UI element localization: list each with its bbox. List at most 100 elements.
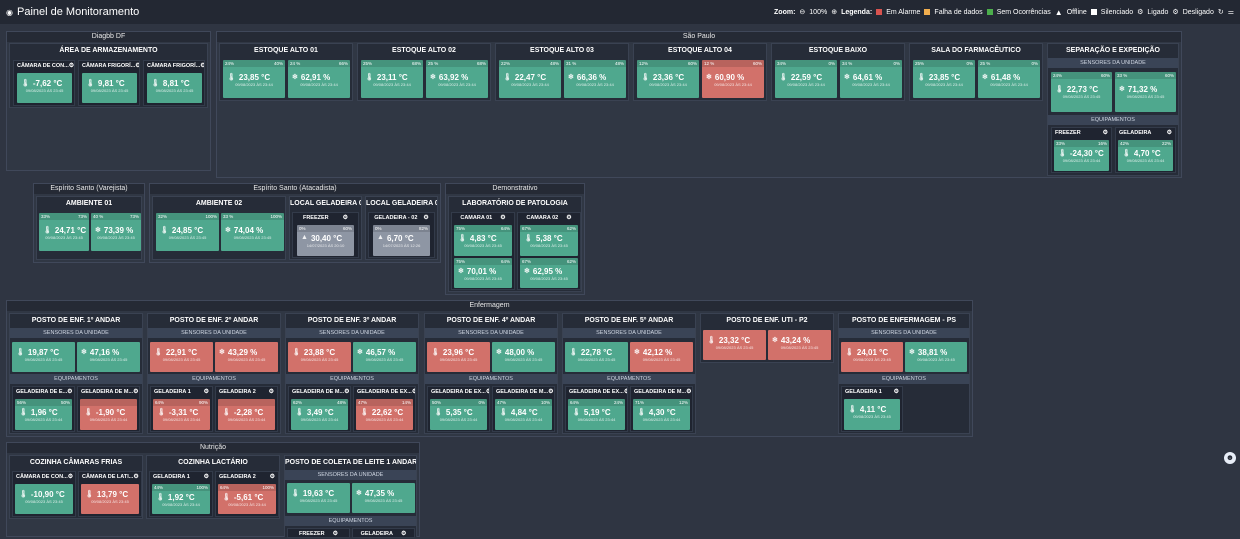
gear-icon[interactable]: ⚙ xyxy=(204,387,209,397)
sensor-card[interactable]: 🌡 -1,90 °C 09/08/2023 ÀS 23:44 xyxy=(80,399,137,430)
settings-icon[interactable]: ⚌ xyxy=(1228,8,1234,16)
container-camara-02[interactable]: CAMARA 02 ⚙ 67% 62% 🌡 5,38 °C 09/08/2023 ÀS 2… xyxy=(517,212,581,290)
temp-card[interactable]: 24% 40% 🌡 23,85 °C 09/08/2023 ÀS 23:44 xyxy=(223,60,285,98)
container-geladeira[interactable]: GELADEIRA - 02 ⚙ 0% 82% ▲ 6,70 °C 14/07/2023 … xyxy=(368,212,435,258)
humidity-card[interactable]: 25 % 68% ❄ 63,92 % 09/08/2023 ÀS 23:44 xyxy=(426,60,488,98)
gear-icon[interactable]: ⚙ xyxy=(67,387,72,397)
humidity-card[interactable]: ❄ 42,12 % 09/08/2023 ÀS 23:45 xyxy=(630,342,693,372)
gear-icon[interactable]: ⚙ xyxy=(133,387,138,397)
gear-icon[interactable]: ⚙ xyxy=(200,61,204,71)
gear-icon[interactable]: ⚙ xyxy=(401,529,406,539)
humidity-card[interactable]: ❄ 48,00 % 09/08/2023 ÀS 23:45 xyxy=(492,342,555,372)
temp-card[interactable]: 25% 68% 🌡 23,11 °C 09/08/2023 ÀS 23:44 xyxy=(361,60,423,98)
gear-icon[interactable]: ⚙ xyxy=(68,472,73,482)
container-equip-2[interactable]: GELADEIRA DE M... ⚙ 🌡 -1,90 °C 09/08/2023 À… xyxy=(77,386,140,432)
sensor-card[interactable]: 71% 12% 🌡 4,30 °C 09/08/2023 ÀS 23:44 xyxy=(633,399,690,430)
gear-icon[interactable]: ⚙ xyxy=(333,529,338,539)
container-equip-2[interactable]: GELADEIRA DE M... ⚙ 71% 12% 🌡 4,30 °C 09/08/2… xyxy=(630,386,693,432)
gear-icon[interactable]: ⚙ xyxy=(423,213,428,223)
gear-icon[interactable]: ⚙ xyxy=(566,213,571,223)
container-camara-01[interactable]: CAMARA 01 ⚙ 75% 64% 🌡 4,83 °C 09/08/2023 ÀS 2… xyxy=(451,212,515,290)
gear-icon[interactable]: ⚙ xyxy=(412,387,415,397)
temp-card[interactable]: 22% 48% 🌡 22,47 °C 09/08/2023 ÀS 23:44 xyxy=(499,60,561,98)
chat-icon[interactable]: ☻ xyxy=(1224,452,1236,464)
container-camara-lati[interactable]: CÂMARA DE LATI... ⚙ 🌡 13,79 °C 09/08/2023 À… xyxy=(78,471,142,517)
humidity-card[interactable]: ❄ 46,57 % 09/08/2023 ÀS 23:45 xyxy=(353,342,416,372)
gear-icon[interactable]: ⚙ xyxy=(1103,128,1108,138)
humidity-card[interactable]: ❄ 38,81 % 09/08/2023 ÀS 23:45 xyxy=(905,342,967,372)
sensor-card[interactable]: 🌡 4,11 °C 09/08/2023 ÀS 23:45 xyxy=(844,399,900,430)
gear-icon[interactable]: ⚙ xyxy=(624,387,627,397)
sensor-card[interactable]: 42% 22% 🌡 4,70 °C 09/08/2023 ÀS 23:44 xyxy=(1118,140,1173,171)
container-freezer[interactable]: FREEZER ⚙ 33% 16% 🌡 -24,30 °C 09/08/2023 ÀS 2… xyxy=(1051,127,1112,173)
gear-icon[interactable]: ⚙ xyxy=(69,61,74,71)
container-camara-con[interactable]: CÂMARA DE CON... ⚙ 🌡 -10,90 °C 09/08/2023 À… xyxy=(12,471,76,517)
sensor-card[interactable]: 🌡 9,81 °C 09/08/2023 ÀS 23:45 xyxy=(82,73,137,103)
humidity-card[interactable]: 12 % 60% ❄ 60,90 % 09/08/2023 ÀS 23:44 xyxy=(702,60,764,98)
container-equip-1[interactable]: GELADEIRA 1 ⚙ 64% 90% 🌡 -3,31 °C 09/08/2023 À… xyxy=(150,386,213,432)
humidity-card[interactable]: 33 % 100% ❄ 74,04 % 09/08/2023 ÀS 23:45 xyxy=(221,213,284,251)
temp-card[interactable]: 🌡 23,96 °C 09/08/2023 ÀS 23:45 xyxy=(427,342,490,372)
temp-card[interactable]: 75% 64% 🌡 4,83 °C 09/08/2023 ÀS 23:45 xyxy=(454,225,512,256)
humidity-card[interactable]: 24 % 66% ❄ 62,91 % 09/08/2023 ÀS 23:44 xyxy=(288,60,350,98)
gear-icon[interactable]: ⚙ xyxy=(548,387,553,397)
gear-icon[interactable]: ⚙ xyxy=(486,387,489,397)
gear-icon[interactable]: ⚙ xyxy=(204,472,209,482)
container-equip-2[interactable]: GELADEIRA 2 ⚙ 🌡 -2,28 °C 09/08/2023 ÀS 23:4… xyxy=(215,386,278,432)
sensor-card[interactable]: 47% 14% 🌡 22,62 °C 09/08/2023 ÀS 23:44 xyxy=(356,399,413,430)
container-equip-1[interactable]: GELADEIRA DE EX... ⚙ 64% 24% 🌡 5,19 °C 09/08/… xyxy=(565,386,628,432)
humidity-card[interactable]: ❄ 47,35 % 09/08/2023 ÀS 23:45 xyxy=(352,483,415,513)
temp-card[interactable]: 🌡 22,91 °C 09/08/2023 ÀS 23:45 xyxy=(150,342,213,372)
humidity-card[interactable]: 34 % 0% ❄ 64,61 % 09/08/2023 ÀS 23:44 xyxy=(840,60,902,98)
gear-icon[interactable]: ⚙ xyxy=(686,387,691,397)
sensor-card[interactable]: 33% 16% 🌡 -24,30 °C 09/08/2023 ÀS 23:44 xyxy=(1054,140,1109,171)
sensor-card[interactable]: 50% 0% 🌡 5,35 °C 09/08/2023 ÀS 23:44 xyxy=(430,399,487,430)
container-equip-2[interactable]: GELADEIRA DE EX... ⚙ 47% 14% 🌡 22,62 °C 09/08… xyxy=(353,386,416,432)
sensor-card[interactable]: 🌡 -7,62 °C 09/08/2023 ÀS 23:45 xyxy=(17,73,72,103)
temp-card[interactable]: 🌡 19,87 °C 09/08/2023 ÀS 23:45 xyxy=(12,342,75,372)
temp-card[interactable]: 33% 73% 🌡 24,71 °C 09/08/2023 ÀS 23:45 xyxy=(39,213,89,251)
humidity-card[interactable]: 31 % 48% ❄ 66,36 % 09/08/2023 ÀS 23:44 xyxy=(564,60,626,98)
sensor-card-alarm[interactable]: 🌡 13,79 °C 09/08/2023 ÀS 23:45 xyxy=(81,484,139,514)
humidity-card[interactable]: ❄ 47,16 % 09/08/2023 ÀS 23:45 xyxy=(77,342,140,372)
gear-icon[interactable]: ⚙ xyxy=(133,472,138,482)
temp-card[interactable]: 34% 0% 🌡 22,59 °C 09/08/2023 ÀS 23:44 xyxy=(775,60,837,98)
sensor-card[interactable]: 🌡 -2,28 °C 09/08/2023 ÀS 23:44 xyxy=(218,399,275,430)
temp-card[interactable]: 12% 60% 🌡 23,36 °C 09/08/2023 ÀS 23:44 xyxy=(637,60,699,98)
sensor-card[interactable]: 62% 48% 🌡 3,49 °C 09/08/2023 ÀS 23:44 xyxy=(291,399,348,430)
container-camara-3[interactable]: CÂMARA FRIGORÍ... ⚙ 🌡 8,81 °C 09/08/2023 ÀS… xyxy=(143,60,205,106)
container-camara-2[interactable]: CÂMARA FRIGORÍ... ⚙ 🌡 9,81 °C 09/08/2023 ÀS… xyxy=(78,60,140,106)
container-geladeira[interactable]: GELADEIRA ⚙ 42% 22% 🌡 4,70 °C 09/08/2023 ÀS 2… xyxy=(1115,127,1176,173)
gear-icon[interactable]: ⚙ xyxy=(135,61,139,71)
sensor-card[interactable]: 44% 100% 🌡 1,92 °C 09/08/2023 ÀS 23:44 xyxy=(152,484,210,514)
temp-card[interactable]: 🌡 19,63 °C 09/08/2023 ÀS 23:45 xyxy=(287,483,350,513)
humidity-card[interactable]: 40 % 73% ❄ 73,39 % 09/08/2023 ÀS 23:45 xyxy=(91,213,141,251)
humidity-card[interactable]: ❄ 43,29 % 09/08/2023 ÀS 23:45 xyxy=(215,342,278,372)
temp-card[interactable]: 🌡 24,01 °C 09/08/2023 ÀS 23:45 xyxy=(841,342,903,372)
gear-icon[interactable]: ⚙ xyxy=(343,213,348,223)
container-freezer[interactable]: FREEZER ⚙ 0% 60% ▲ 30,40 °C 14/07/2023 ÀS 20:… xyxy=(292,212,359,258)
sensor-card[interactable]: 56% 50% 🌡 1,96 °C 09/08/2023 ÀS 23:44 xyxy=(15,399,72,430)
sensor-card[interactable]: 64% 90% 🌡 -3,31 °C 09/08/2023 ÀS 23:44 xyxy=(153,399,210,430)
zoom-out-icon[interactable]: ⊖ xyxy=(799,8,805,16)
gear-icon[interactable]: ⚙ xyxy=(500,213,505,223)
zoom-in-icon[interactable]: ⊕ xyxy=(831,8,837,16)
temp-card[interactable]: 67% 62% 🌡 5,38 °C 09/08/2023 ÀS 23:45 xyxy=(520,225,578,256)
sensor-card[interactable]: 47% 10% 🌡 4,84 °C 09/08/2023 ÀS 23:44 xyxy=(495,399,552,430)
gear-icon[interactable]: ⚙ xyxy=(894,387,899,397)
temp-card[interactable]: 🌡 23,88 °C 09/08/2023 ÀS 23:45 xyxy=(288,342,351,372)
gear-icon[interactable]: ⚙ xyxy=(270,472,275,482)
sensor-card-offline[interactable]: 0% 60% ▲ 30,40 °C 14/07/2023 ÀS 20:10 xyxy=(297,225,354,256)
container-equip-1[interactable]: GELADEIRA DE E... ⚙ 56% 50% 🌡 1,96 °C 09/08/2… xyxy=(12,386,75,432)
container-geladeira-1[interactable]: GELADEIRA 1 ⚙ 🌡 4,11 °C 09/08/2023 ÀS 23:45 xyxy=(841,386,903,432)
container-equip-1[interactable]: GELADEIRA DE EX... ⚙ 50% 0% 🌡 5,35 °C 09/08/2… xyxy=(427,386,490,432)
container-geladeira-2[interactable]: GELADEIRA 2 ⚙ 64% 100% 🌡 -5,61 °C 09/08/2023 … xyxy=(215,471,279,517)
container-geladeira-1[interactable]: GELADEIRA 1 ⚙ 44% 100% 🌡 1,92 °C 09/08/2023 À… xyxy=(149,471,213,517)
container-equip-2[interactable]: GELADEIRA DE M... ⚙ 47% 10% 🌡 4,84 °C 09/08/2… xyxy=(492,386,555,432)
temp-card[interactable]: 🌡 23,32 °C 09/08/2023 ÀS 23:45 xyxy=(703,330,766,360)
humidity-card[interactable]: 25 % 0% ❄ 61,48 % 09/08/2023 ÀS 23:44 xyxy=(978,60,1040,98)
humidity-card[interactable]: ❄ 43,24 % 09/08/2023 ÀS 23:45 xyxy=(768,330,831,360)
container-equip-1[interactable]: GELADEIRA DE M... ⚙ 62% 48% 🌡 3,49 °C 09/08/2… xyxy=(288,386,351,432)
gear-icon[interactable]: ⚙ xyxy=(344,387,349,397)
humidity-card[interactable]: 75% 64% ❄ 70,01 % 09/08/2023 ÀS 23:45 xyxy=(454,258,512,288)
